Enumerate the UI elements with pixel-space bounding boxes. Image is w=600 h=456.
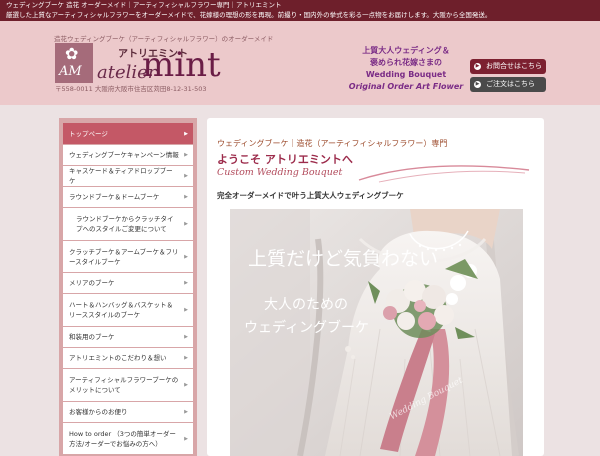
chevron-right-icon: ▶ — [184, 355, 188, 361]
sidebar-item-heart[interactable]: ハート＆ハンバッグ＆バスケット＆リーススタイルのブーケ ▶ — [63, 294, 193, 327]
shop-address: 〒558-0011 大阪府大阪市住吉区苅田8-12-31-503 — [55, 85, 207, 93]
decorative-swirl-icon — [358, 165, 530, 183]
promo-line-1: 上質大人ウェディング＆ — [362, 46, 450, 55]
chevron-right-icon: ▶ — [184, 253, 188, 260]
sidebar-item-melia[interactable]: メリアのブーケ ▶ — [63, 273, 193, 294]
logo-monogram: AM — [59, 64, 82, 79]
chevron-right-icon: ▶ — [184, 435, 188, 442]
sidebar-item-label: クラッチブーケ＆アームブーケ＆フリースタイルブーケ — [69, 247, 179, 266]
order-button[interactable]: ▶ ご注文はこちら — [470, 77, 546, 92]
chevron-right-icon: ▶ — [474, 81, 481, 88]
sidebar-item-label: How to order （3つの簡単オーダー方法/オーダーでお悩みの方へ） — [69, 429, 176, 448]
topbar-description: 厳選した上質なアーティフィシャルフラワーをオーダーメイドで、花嫁様の理想の形を再… — [6, 11, 492, 19]
hero-line-2: 大人のための — [264, 297, 348, 313]
page-title-en: Custom Wedding Bouquet — [217, 167, 343, 178]
chevron-right-icon: ▶ — [184, 334, 188, 340]
sidebar-item-round-to-clutch[interactable]: ラウンドブーケからクラッチタイプへのスタイルご変更について ▶ — [63, 208, 193, 241]
logo-mark[interactable]: ✿ AM — [55, 43, 93, 83]
chevron-right-icon: ▶ — [184, 173, 188, 179]
sidebar-item-letters[interactable]: お客様からのお便り ▶ — [63, 402, 193, 423]
sidebar-item-merits[interactable]: アーティフィシャルフラワーブーケのメリットについて ▶ — [63, 369, 193, 402]
chevron-right-icon: ▶ — [474, 63, 481, 70]
sidebar-item-top[interactable]: トップページ ▶ — [63, 123, 193, 145]
chevron-right-icon: ▶ — [184, 152, 188, 158]
topbar-title: ウェディングブーケ 造花 オーダーメイド｜アーティフィシャルフラワー専門｜アトリ… — [6, 1, 282, 9]
lead-text: 完全オーダーメイドで叶う上質大人ウェディングブーケ — [217, 191, 404, 200]
promo-line-2: 褒められ花嫁さまの — [370, 58, 442, 67]
sidebar-item-commitment[interactable]: アトリエミントのこだわり＆想い ▶ — [63, 348, 193, 369]
sidebar-item-how-to-order[interactable]: How to order （3つの簡単オーダー方法/オーダーでお悩みの方へ） ▶ — [63, 423, 193, 455]
sidebar-item-label: アーティフィシャルフラワーブーケのメリットについて — [69, 376, 179, 394]
main-subtitle: ウェディングブーケ｜造花（アーティフィシャルフラワー）専門 — [217, 139, 448, 148]
hero-image: 上質だけど気負わない 大人のための ウェディングブーケ Wedding Bouq… — [230, 209, 523, 456]
chevron-right-icon: ▶ — [184, 221, 188, 227]
sidebar-item-label: アトリエミントのこだわり＆想い — [69, 354, 167, 362]
page-title: ようこそ アトリエミントへ — [217, 153, 353, 166]
promo-line-4: Original Order Art Flower — [348, 82, 464, 91]
sidebar-item-label: ラウンドブーケからクラッチタイプへのスタイルご変更について — [76, 215, 174, 233]
logo-word-mint[interactable]: mint — [142, 47, 221, 83]
chevron-right-icon: ▶ — [184, 382, 188, 388]
sidebar-item-label: 和装用のブーケ — [69, 333, 115, 341]
contact-button-label: お問合せはこちら — [486, 62, 542, 70]
sidebar-item-cascade[interactable]: キャスケード＆ティアドロップブーケ ▶ — [63, 166, 193, 187]
sidebar-item-label: ウェディングブーケキャンペーン情報 — [69, 151, 179, 159]
contact-button[interactable]: ▶ お問合せはこちら — [470, 59, 546, 74]
chevron-right-icon: ▶ — [184, 409, 188, 415]
promo-line-3: Wedding Bouquet — [365, 70, 447, 79]
sidebar-item-label: メリアのブーケ — [69, 279, 115, 287]
sidebar-item-label: キャスケード＆ティアドロップブーケ — [69, 167, 173, 185]
chevron-right-icon: ▶ — [184, 307, 188, 313]
main-content: ウェディングブーケ｜造花（アーティフィシャルフラワー）専門 ようこそ アトリエミ… — [207, 118, 544, 456]
header-promo: 上質大人ウェディング＆ 褒められ花嫁さまの Wedding Bouquet Or… — [348, 45, 464, 93]
flower-icon: ✿ — [65, 44, 79, 63]
sidebar-item-campaign[interactable]: ウェディングブーケキャンペーン情報 ▶ — [63, 145, 193, 166]
order-button-label: ご注文はこちら — [486, 80, 535, 88]
hero-line-3: ウェディングブーケ — [244, 320, 370, 336]
top-announcement-bar: ウェディングブーケ 造花 オーダーメイド｜アーティフィシャルフラワー専門｜アトリ… — [0, 0, 600, 21]
hero-line-1: 上質だけど気負わない — [248, 248, 439, 270]
header-tagline: 造花ウェディングブーケ（アーティフィシャルフラワー）のオーダーメイド — [54, 35, 274, 43]
sidebar-item-round[interactable]: ラウンドブーケ＆ドームブーケ ▶ — [63, 187, 193, 208]
chevron-right-icon: ▶ — [184, 194, 188, 200]
sidebar-item-label: ラウンドブーケ＆ドームブーケ — [69, 193, 160, 201]
sidebar-item-label: ハート＆ハンバッグ＆バスケット＆リーススタイルのブーケ — [69, 301, 173, 319]
site-header: 造花ウェディングブーケ（アーティフィシャルフラワー）のオーダーメイド ✿ AM … — [0, 21, 600, 105]
chevron-right-icon: ▶ — [184, 130, 188, 137]
sidebar-item-label: お客様からのお便り — [69, 408, 128, 416]
sidebar-item-japanese[interactable]: 和装用のブーケ ▶ — [63, 327, 193, 348]
sidebar-item-clutch[interactable]: クラッチブーケ＆アームブーケ＆フリースタイルブーケ ▶ — [63, 241, 193, 273]
chevron-right-icon: ▶ — [184, 280, 188, 286]
sidebar-nav: トップページ ▶ ウェディングブーケキャンペーン情報 ▶ キャスケード＆ティアド… — [59, 118, 197, 456]
sidebar-item-label: トップページ — [69, 129, 108, 138]
